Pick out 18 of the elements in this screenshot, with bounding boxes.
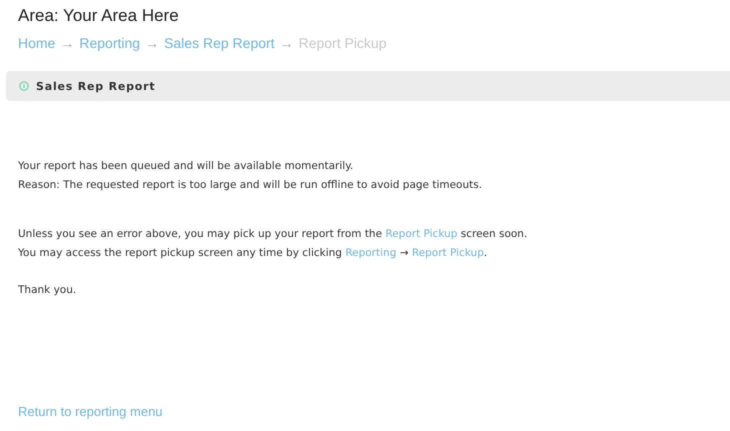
page-title: Area: Your Area Here: [18, 6, 180, 26]
panel-title: Sales Rep Report: [36, 80, 156, 92]
message-text: Your report has been queued and will be available momentarily.: [18, 159, 354, 174]
breadcrumb-separator: →: [145, 35, 160, 51]
message-text: Thank you.: [18, 283, 78, 298]
breadcrumb-link[interactable]: Sales Rep Report: [164, 35, 275, 51]
info-icon: [19, 81, 29, 91]
return-link[interactable]: Return to reporting menu: [18, 404, 163, 419]
message-text: Unless you see an error above, you may pick up your report from the Report Pickup screen soon.: [18, 227, 528, 242]
text-link[interactable]: Reporting: [345, 247, 396, 259]
message-text: Reason: The requested report is too large and will be run offline to avoid page timeouts.: [18, 178, 484, 193]
breadcrumb-link[interactable]: Home: [18, 35, 56, 51]
text-link[interactable]: Report Pickup: [385, 228, 458, 240]
message-text: You may access the report pickup screen any time by clicking Reporting → Report Pickup.: [18, 246, 488, 261]
breadcrumb-separator: →: [60, 35, 74, 51]
breadcrumb-link[interactable]: Reporting: [79, 35, 140, 51]
text-link[interactable]: Report Pickup: [412, 247, 484, 259]
breadcrumb-separator: →: [280, 35, 294, 51]
